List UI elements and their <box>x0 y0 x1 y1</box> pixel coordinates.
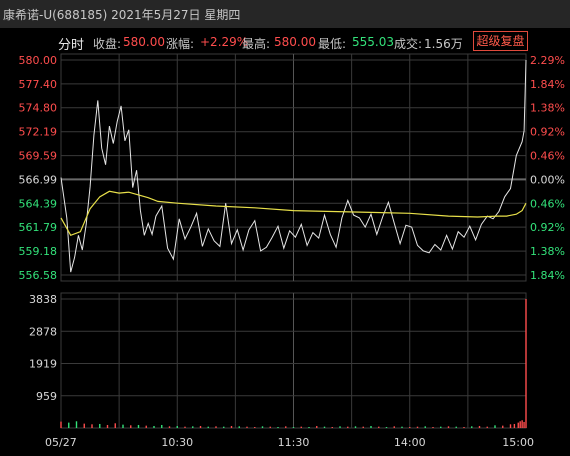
price-tick-label: 569.59 <box>19 150 58 163</box>
volume-tick-label: 2878 <box>29 325 57 338</box>
percent-tick-label: 0.92% <box>530 221 565 234</box>
percent-tick-label: 1.84% <box>530 78 565 91</box>
percent-tick-label: 0.00% <box>530 173 565 186</box>
volume-tick-label: 1919 <box>29 358 57 371</box>
price-tick-label: 566.99 <box>19 173 58 186</box>
volume-tick-label: 3838 <box>29 293 57 306</box>
price-tick-label: 572.19 <box>19 126 58 139</box>
percent-tick-label: 0.92% <box>530 126 565 139</box>
time-axis-label: 05/27 <box>45 436 77 449</box>
percent-tick-label: 2.29% <box>530 54 565 67</box>
price-tick-label: 556.58 <box>19 269 58 282</box>
intraday-chart: 580.00 2.29% 577.40 1.84% 574.80 1.38% 572.19 0… <box>19 53 565 449</box>
percent-tick-label: 1.38% <box>530 102 565 115</box>
time-axis-label: 14:00 <box>394 436 426 449</box>
time-axis-label: 11:30 <box>278 436 310 449</box>
price-tick-label: 564.39 <box>19 197 58 210</box>
price-tick-label: 574.80 <box>19 102 58 115</box>
percent-tick-label: 1.84% <box>530 269 565 282</box>
percent-tick-label: 0.46% <box>530 150 565 163</box>
price-tick-label: 559.18 <box>19 245 58 258</box>
time-axis-label: 15:00 <box>502 436 534 449</box>
price-tick-label: 580.00 <box>19 54 58 67</box>
price-tick-label: 577.40 <box>19 78 58 91</box>
percent-tick-label: 0.46% <box>530 197 565 210</box>
price-tick-label: 561.79 <box>19 221 58 234</box>
percent-tick-label: 1.38% <box>530 245 565 258</box>
volume-tick-label: 959 <box>36 390 57 403</box>
time-axis-label: 10:30 <box>161 436 193 449</box>
